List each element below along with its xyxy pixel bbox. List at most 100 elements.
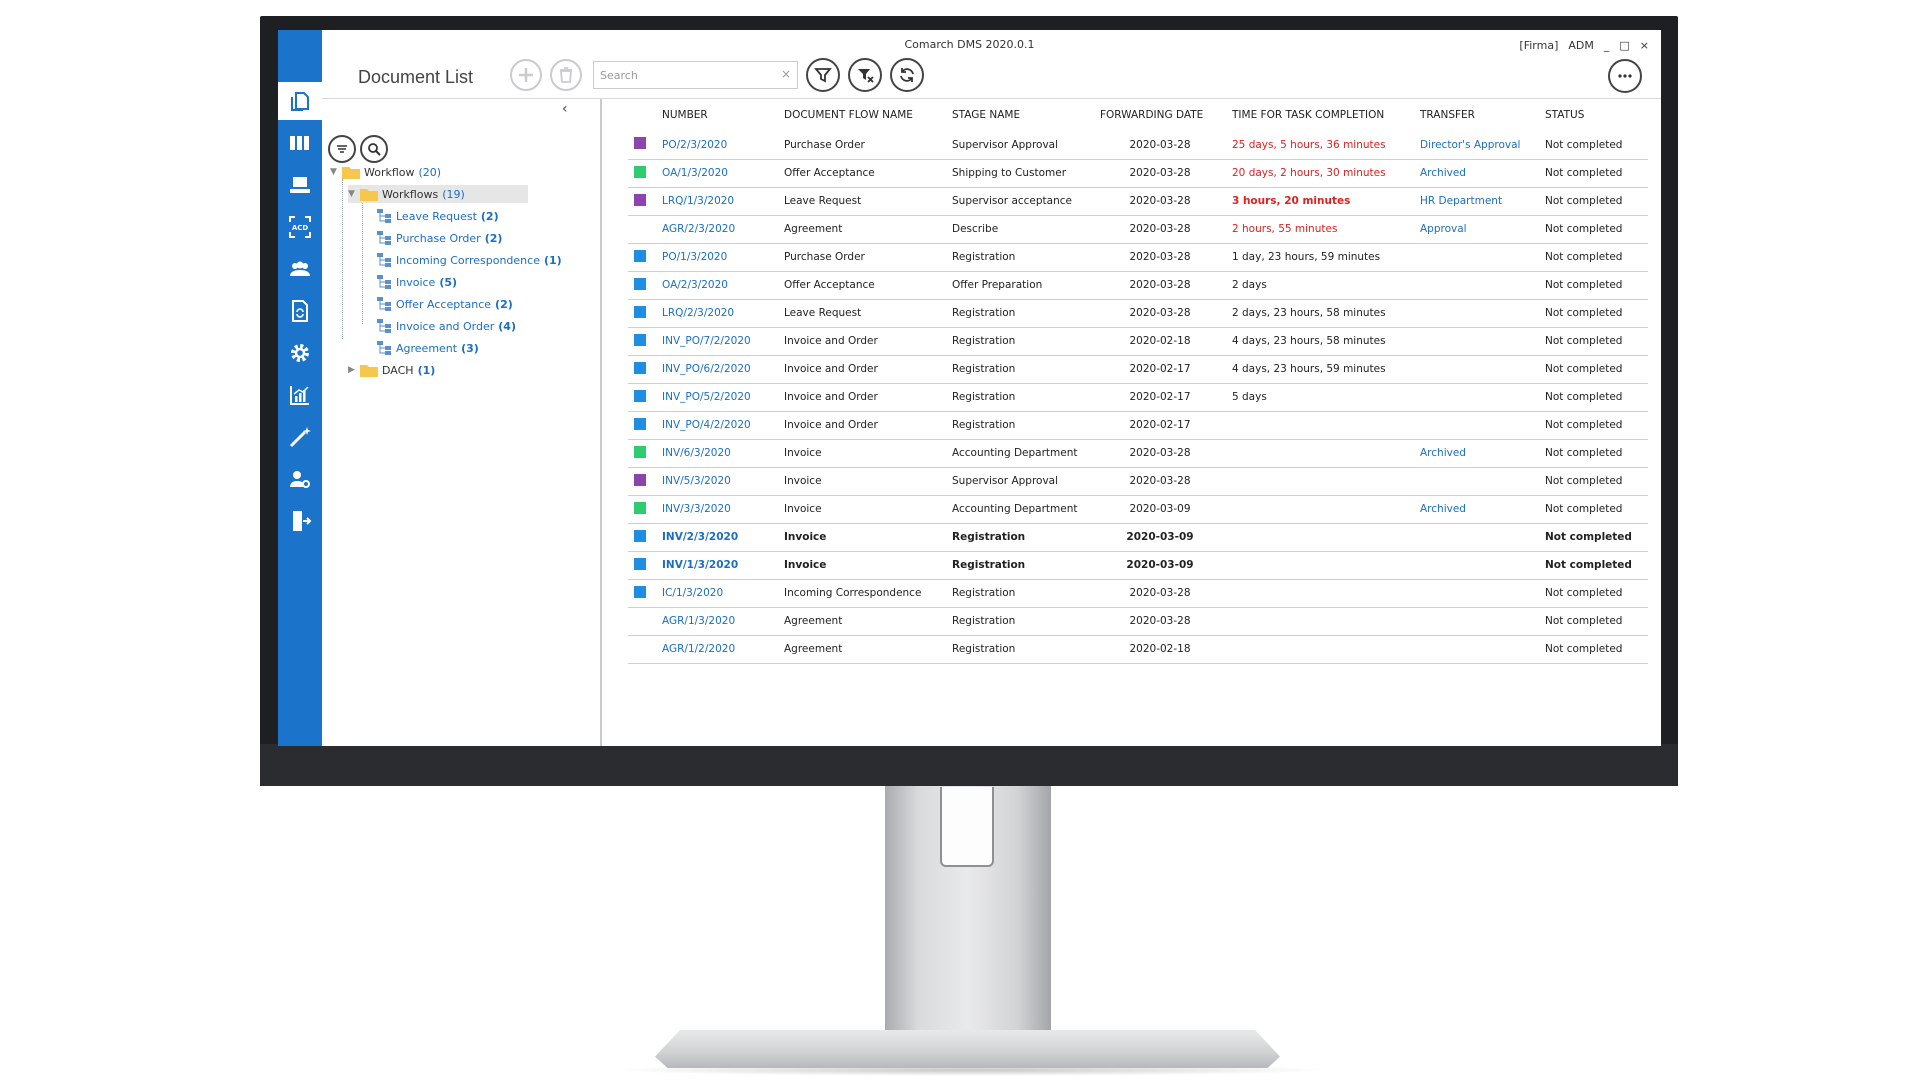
column-header-number[interactable]: NUMBER	[656, 99, 778, 131]
tree-node-invoice-and-order[interactable]: Invoice and Order (4)	[376, 317, 516, 335]
expand-toggle-icon[interactable]: ▼	[348, 189, 360, 199]
tree-node-workflow[interactable]: ▼ Workflow (20)	[330, 163, 441, 181]
expand-toggle-icon[interactable]: ▼	[330, 167, 342, 177]
table-row[interactable]: OA/1/3/2020 Offer Acceptance Shipping to C…	[628, 159, 1648, 188]
cell-transfer[interactable]: Archived	[1414, 439, 1539, 468]
clear-filter-button[interactable]	[848, 58, 882, 92]
cell-number[interactable]: INV/1/3/2020	[656, 551, 778, 580]
table-row[interactable]: INV/6/3/2020 Invoice Accounting Department…	[628, 439, 1648, 468]
maximize-button[interactable]: □	[1619, 39, 1629, 52]
cell-number[interactable]: LRQ/1/3/2020	[656, 187, 778, 216]
cell-number[interactable]: INV/2/3/2020	[656, 523, 778, 552]
column-header-flow-name[interactable]: DOCUMENT FLOW NAME	[778, 99, 946, 131]
sidebar-item-logout[interactable]	[278, 502, 322, 540]
table-row[interactable]: AGR/2/3/2020 Agreement Describe 2020-03-28 2…	[628, 215, 1648, 244]
refresh-button[interactable]	[890, 58, 924, 92]
table-row[interactable]: LRQ/1/3/2020 Leave Request Supervisor acce…	[628, 187, 1648, 216]
table-row[interactable]: INV_PO/6/2/2020 Invoice and Order Registra…	[628, 355, 1648, 384]
cell-number[interactable]: INV/6/3/2020	[656, 439, 778, 468]
sidebar-item-users[interactable]	[278, 250, 322, 288]
expand-toggle-icon[interactable]: ▶	[348, 365, 360, 375]
column-header-forwarding-date[interactable]: FORWARDING DATE	[1094, 99, 1226, 131]
cell-transfer[interactable]: Approval	[1414, 215, 1539, 244]
table-row[interactable]: INV_PO/4/2/2020 Invoice and Order Registra…	[628, 411, 1648, 440]
column-header-transfer[interactable]: TRANSFER	[1414, 99, 1539, 131]
close-button[interactable]: ×	[1640, 39, 1649, 52]
table-row[interactable]: AGR/1/2/2020 Agreement Registration 2020-02…	[628, 635, 1648, 664]
column-header-stage-name[interactable]: STAGE NAME	[946, 99, 1094, 131]
cell-number[interactable]: PO/2/3/2020	[656, 131, 778, 160]
cell-transfer[interactable]	[1414, 523, 1539, 552]
cell-transfer[interactable]	[1414, 411, 1539, 440]
cell-transfer[interactable]	[1414, 383, 1539, 412]
cell-number[interactable]: PO/1/3/2020	[656, 243, 778, 272]
table-row[interactable]: INV/2/3/2020 Invoice Registration 2020-03-0…	[628, 523, 1648, 552]
table-row[interactable]: OA/2/3/2020 Offer Acceptance Offer Prepara…	[628, 271, 1648, 300]
cell-transfer[interactable]	[1414, 299, 1539, 328]
tree-node-agreement[interactable]: Agreement (3)	[376, 339, 479, 357]
add-document-button[interactable]	[510, 59, 542, 91]
cell-number[interactable]: AGR/1/2/2020	[656, 635, 778, 664]
cell-transfer[interactable]	[1414, 467, 1539, 496]
sidebar-item-reports[interactable]	[278, 376, 322, 414]
cell-transfer[interactable]	[1414, 551, 1539, 580]
search-input[interactable]	[594, 62, 774, 88]
tree-node-incoming-correspondence[interactable]: Incoming Correspondence (1)	[376, 251, 562, 269]
table-row[interactable]: IC/1/3/2020 Incoming Correspondence Regist…	[628, 579, 1648, 608]
cell-transfer[interactable]: Archived	[1414, 495, 1539, 524]
cell-number[interactable]: IC/1/3/2020	[656, 579, 778, 608]
filter-button[interactable]	[806, 58, 840, 92]
tree-node-invoice[interactable]: Invoice (5)	[376, 273, 457, 291]
sidebar-item-documents[interactable]	[278, 82, 322, 120]
sidebar-item-settings[interactable]	[278, 334, 322, 372]
cell-number[interactable]: LRQ/2/3/2020	[656, 299, 778, 328]
tree-node-dach[interactable]: ▶ DACH (1)	[348, 361, 435, 379]
sidebar-item-wizard[interactable]	[278, 418, 322, 456]
table-row[interactable]: INV/5/3/2020 Invoice Supervisor Approval 20…	[628, 467, 1648, 496]
more-options-button[interactable]	[1608, 59, 1642, 93]
cell-number[interactable]: INV_PO/6/2/2020	[656, 355, 778, 384]
cell-number[interactable]: OA/2/3/2020	[656, 271, 778, 300]
tree-search-button[interactable]	[360, 135, 388, 163]
cell-number[interactable]: INV_PO/5/2/2020	[656, 383, 778, 412]
tree-node-workflows[interactable]: ▼ Workflows (19)	[348, 185, 528, 203]
table-row[interactable]: PO/2/3/2020 Purchase Order Supervisor Appr…	[628, 131, 1648, 160]
cell-transfer[interactable]	[1414, 243, 1539, 272]
cell-number[interactable]: AGR/2/3/2020	[656, 215, 778, 244]
table-row[interactable]: INV/3/3/2020 Invoice Accounting Department…	[628, 495, 1648, 524]
cell-transfer[interactable]	[1414, 271, 1539, 300]
cell-number[interactable]: INV_PO/4/2/2020	[656, 411, 778, 440]
table-row[interactable]: PO/1/3/2020 Purchase Order Registration 202…	[628, 243, 1648, 272]
cell-number[interactable]: INV/3/3/2020	[656, 495, 778, 524]
cell-transfer[interactable]: Director's Approval	[1414, 131, 1539, 160]
sidebar-item-workstation[interactable]	[278, 166, 322, 204]
cell-transfer[interactable]: HR Department	[1414, 187, 1539, 216]
cell-number[interactable]: AGR/1/3/2020	[656, 607, 778, 636]
cell-number[interactable]: INV_PO/7/2/2020	[656, 327, 778, 356]
cell-transfer[interactable]	[1414, 635, 1539, 664]
table-row[interactable]: INV/1/3/2020 Invoice Registration 2020-03-0…	[628, 551, 1648, 580]
sidebar-item-user-settings[interactable]	[278, 460, 322, 498]
table-row[interactable]: AGR/1/3/2020 Agreement Registration 2020-03…	[628, 607, 1648, 636]
cell-transfer[interactable]	[1414, 579, 1539, 608]
cell-transfer[interactable]	[1414, 607, 1539, 636]
search-clear-button[interactable]: ×	[781, 67, 791, 81]
sidebar-item-document-sync[interactable]	[278, 292, 322, 330]
collapse-panel-icon[interactable]: ‹	[562, 101, 568, 117]
tree-node-purchase-order[interactable]: Purchase Order (2)	[376, 229, 502, 247]
cell-number[interactable]: INV/5/3/2020	[656, 467, 778, 496]
tree-filter-button[interactable]	[328, 135, 356, 163]
delete-document-button[interactable]	[550, 59, 582, 91]
column-header-status[interactable]: STATUS	[1539, 99, 1648, 131]
cell-number[interactable]: OA/1/3/2020	[656, 159, 778, 188]
column-header-time-completion[interactable]: TIME FOR TASK COMPLETION	[1226, 99, 1414, 131]
sidebar-item-ocr[interactable]: ACD	[278, 208, 322, 246]
table-row[interactable]: LRQ/2/3/2020 Leave Request Registration 202…	[628, 299, 1648, 328]
tree-node-offer-acceptance[interactable]: Offer Acceptance (2)	[376, 295, 513, 313]
cell-transfer[interactable]: Archived	[1414, 159, 1539, 188]
sidebar-item-binders[interactable]	[278, 124, 322, 162]
cell-transfer[interactable]	[1414, 327, 1539, 356]
tree-node-leave-request[interactable]: Leave Request (2)	[376, 207, 499, 225]
table-row[interactable]: INV_PO/7/2/2020 Invoice and Order Registra…	[628, 327, 1648, 356]
table-row[interactable]: INV_PO/5/2/2020 Invoice and Order Registra…	[628, 383, 1648, 412]
